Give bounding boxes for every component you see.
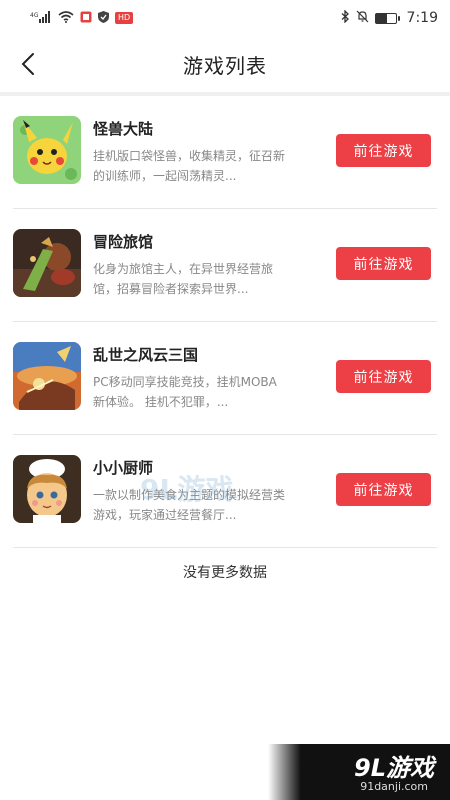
game-thumbnail[interactable]	[13, 342, 81, 410]
app-notification-icon	[80, 11, 92, 26]
chevron-left-icon	[21, 53, 34, 75]
back-button[interactable]	[14, 50, 42, 78]
game-name[interactable]: 乱世之风云三国	[93, 344, 198, 365]
game-name[interactable]: 怪兽大陆	[93, 118, 153, 139]
status-left: 4G HD	[30, 10, 134, 26]
go-to-game-button[interactable]: 前往游戏	[336, 247, 431, 280]
game-description: PC移动同享技能竞技，挂机MOBA新体验。 挂机不犯罪，...	[93, 375, 277, 409]
watermark-url: 91danji.com	[360, 780, 428, 793]
game-name[interactable]: 冒险旅馆	[93, 231, 153, 252]
status-time: 7:19	[406, 10, 438, 26]
nav-bar: 游戏列表	[0, 36, 450, 96]
corner-watermark: 9L游戏 91danji.com	[268, 744, 450, 800]
game-list-item[interactable]: 小小厨师 一款以制作美食为主题的模拟经营类游戏，玩家通过经营餐厅... 前往游戏	[13, 435, 437, 548]
svg-text:4G: 4G	[30, 12, 39, 19]
battery-fill	[375, 13, 387, 23]
game-list-item[interactable]: 乱世之风云三国 PC移动同享技能竞技，挂机MOBA新体验。 挂机不犯罪，... …	[13, 322, 437, 435]
net-badge: HD	[115, 12, 134, 24]
go-to-game-button[interactable]: 前往游戏	[336, 360, 431, 393]
wifi-icon	[58, 10, 74, 26]
go-to-game-button[interactable]: 前往游戏	[336, 134, 431, 167]
page-title: 游戏列表	[183, 53, 267, 78]
game-list-item[interactable]: 冒险旅馆 化身为旅馆主人，在异世界经营旅馆，招募冒险者探索异世界... 前往游戏	[13, 209, 437, 322]
signal-icon: 4G	[30, 10, 52, 26]
bluetooth-icon	[341, 9, 350, 26]
game-list-item[interactable]: 怪兽大陆 挂机版口袋怪兽，收集精灵，征召新的训练师，一起闯荡精灵... 前往游戏	[13, 96, 437, 209]
shield-icon	[98, 10, 109, 26]
status-right: 7:19	[341, 9, 438, 26]
status-bar: 4G HD 7:19	[0, 0, 450, 36]
battery-icon	[374, 12, 400, 24]
game-description: 化身为旅馆主人，在异世界经营旅馆，招募冒险者探索异世界...	[93, 262, 274, 296]
game-name[interactable]: 小小厨师	[93, 457, 153, 478]
game-list: 怪兽大陆 挂机版口袋怪兽，收集精灵，征召新的训练师，一起闯荡精灵... 前往游戏…	[13, 96, 437, 548]
no-more-data-text: 没有更多数据	[183, 565, 267, 581]
watermark-brand: 9L游戏	[354, 754, 434, 782]
game-description: 挂机版口袋怪兽，收集精灵，征召新的训练师，一起闯荡精灵...	[93, 149, 286, 183]
mute-bell-icon	[356, 10, 369, 26]
game-description: 一款以制作美食为主题的模拟经营类游戏，玩家通过经营餐厅...	[93, 488, 286, 522]
game-thumbnail[interactable]	[13, 116, 81, 184]
game-thumbnail[interactable]	[13, 229, 81, 297]
game-thumbnail[interactable]	[13, 455, 81, 523]
go-to-game-button[interactable]: 前往游戏	[336, 473, 431, 506]
